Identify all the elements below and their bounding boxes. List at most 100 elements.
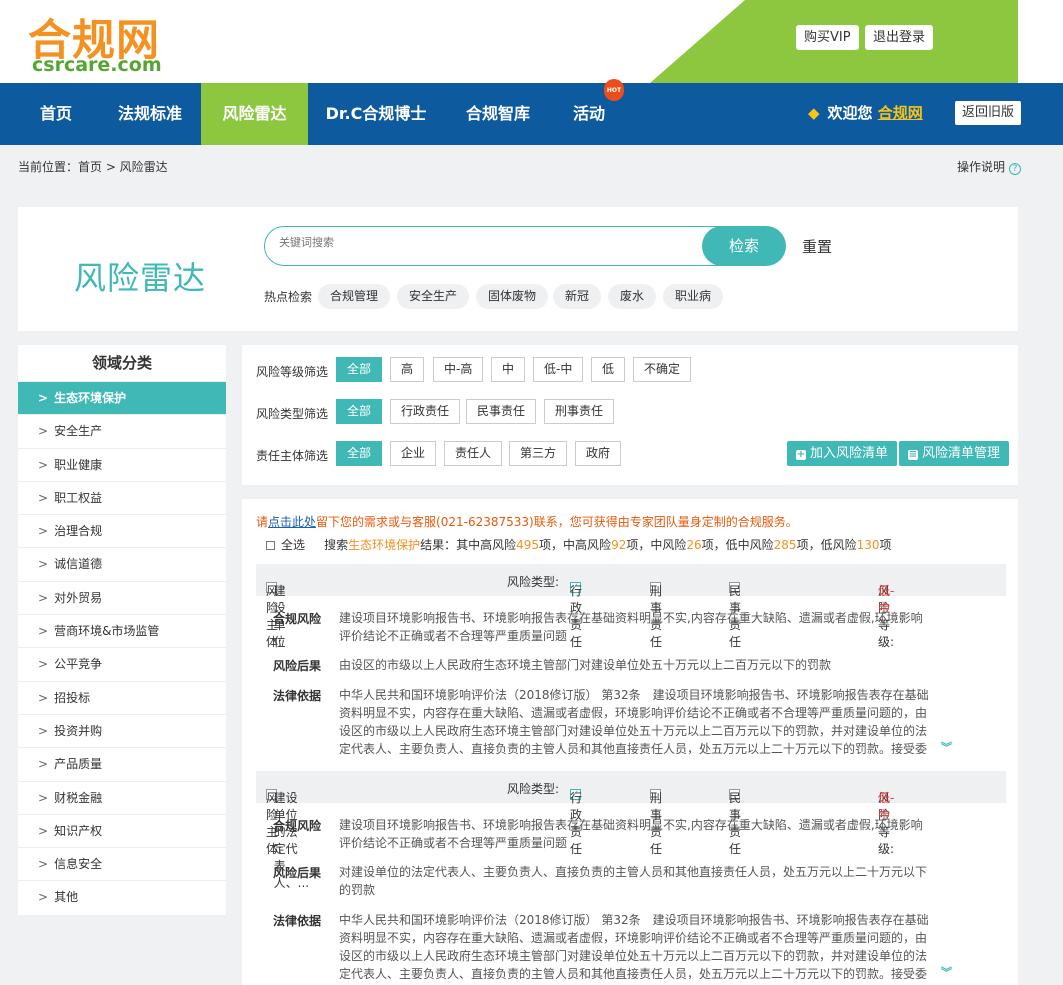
count-mid: 26	[686, 538, 702, 552]
subject-filter-option[interactable]: 第三方	[509, 441, 568, 466]
consequence-text: 由设区的市级以上人民政府生态环境主管部门对建设单位处五十万元以上二百万元以下的罚…	[339, 658, 832, 672]
sidebar-item[interactable]: > 信息安全	[18, 847, 226, 880]
sidebar-item[interactable]: > 招投标	[18, 680, 226, 714]
sidebar-item[interactable]: > 财税金融	[18, 780, 226, 814]
help-link[interactable]: 操作说明?	[957, 158, 1022, 175]
nav-item-drc[interactable]: Dr.C合规博士	[316, 83, 436, 145]
type-filter-option[interactable]: 行政责任	[390, 399, 461, 424]
sidebar-item[interactable]: > 安全生产	[18, 414, 226, 447]
logout-button[interactable]: 退出登录	[865, 25, 934, 50]
hot-badge: HOT	[604, 79, 624, 101]
results-panel: 请点击此处留下您的需求或与客服(021-62387533)联系，您可获得由专家团…	[242, 499, 1018, 985]
expand-chevron-icon[interactable]: ︾	[941, 739, 952, 755]
user-name-link[interactable]: 合规网	[878, 104, 923, 122]
hot-tag[interactable]: 安全生产	[397, 284, 470, 309]
risk-text: 建设项目环境影响报告书、环境影响报告表存在基础资料明显不实,内容存在重大缺陷、遗…	[339, 611, 923, 643]
basis-label: 法律依据	[273, 689, 322, 703]
sidebar-item-label: 财税金融	[54, 790, 103, 805]
consequence-label: 风险后果	[273, 659, 322, 673]
sidebar-item[interactable]: > 诚信道德	[18, 547, 226, 580]
chevron-right-icon: >	[38, 657, 49, 672]
level-filter-option[interactable]: 全部	[336, 357, 383, 382]
sidebar-item-label: 治理合规	[54, 524, 103, 539]
chevron-right-icon: >	[38, 857, 49, 872]
consequence-text: 对建设单位的法定代表人、主要负责人、直接负责的主管人员和其他直接责任人员，处五万…	[339, 865, 928, 897]
subject-filter-option[interactable]: 责任人	[444, 441, 503, 466]
select-all-checkbox[interactable]	[266, 541, 275, 550]
search-panel: 风险雷达 检索 重置 热点检索 合规管理 安全生产 固体废物 新冠 废水 职业病	[18, 207, 1018, 331]
hot-tag[interactable]: 新冠	[553, 284, 602, 309]
type-label: 风险类型:	[507, 782, 560, 796]
hot-tag[interactable]: 职业病	[663, 284, 724, 309]
level-filter-option[interactable]: 中-高	[433, 357, 484, 382]
level-filter-option[interactable]: 中	[491, 357, 526, 382]
expand-chevron-icon[interactable]: ︾	[941, 964, 952, 980]
search-input[interactable]	[279, 236, 699, 249]
type-label: 风险类型:	[507, 575, 560, 589]
search-box[interactable]	[264, 226, 756, 266]
risk-card-header: 风险主体: 建设单位 风险类型: ✓ 行政责任 刑事责任 民事责任 风险等级: 低-…	[256, 564, 1006, 649]
service-notice: 请点击此处留下您的需求或与客服(021-62387533)联系，您可获得由专家团…	[256, 513, 798, 530]
level-filter-option[interactable]: 不确定	[633, 357, 692, 382]
nav-item-home[interactable]: 首页	[22, 83, 90, 145]
sidebar-item[interactable]: > 公平竞争	[18, 647, 226, 680]
reset-button[interactable]: 重置	[802, 236, 832, 257]
sidebar-item[interactable]: > 营商环境&市场监管	[18, 614, 226, 647]
summary-text: 项，低中风险	[701, 538, 774, 552]
count-high: 495	[516, 538, 540, 552]
hot-tag[interactable]: 合规管理	[318, 284, 391, 309]
basis-text: 中华人民共和国环境影响评价法（2018修订版） 第32条 建设项目环境影响报告书…	[339, 688, 929, 754]
sidebar-item[interactable]: > 治理合规	[18, 514, 226, 547]
nav-item-think-tank[interactable]: 合规智库	[450, 83, 546, 145]
chevron-right-icon: >	[38, 590, 49, 605]
buy-vip-button[interactable]: 购买VIP	[796, 25, 859, 50]
sidebar-item[interactable]: > 职业健康	[18, 447, 226, 481]
sidebar-item-label: 投资并购	[54, 723, 103, 738]
sidebar-item[interactable]: > 投资并购	[18, 713, 226, 747]
notice-link[interactable]: 点击此处	[268, 515, 316, 529]
level-filter-option[interactable]: 低	[591, 357, 626, 382]
nav-item-regulations[interactable]: 法规标准	[100, 83, 200, 145]
chevron-right-icon: >	[38, 391, 49, 405]
level-filter-option[interactable]: 高	[390, 357, 425, 382]
old-version-button[interactable]: 返回旧版	[955, 101, 1022, 125]
subject-filter-option[interactable]: 企业	[390, 441, 437, 466]
sidebar-item-label: 产品质量	[54, 757, 103, 772]
hot-tag[interactable]: 固体废物	[476, 284, 549, 309]
logo-domain[interactable]: csrcare.com	[32, 54, 162, 76]
add-risk-list-button[interactable]: + 加入风险清单	[787, 441, 898, 466]
level-filter-option[interactable]: 低-中	[533, 357, 584, 382]
sidebar-item-label: 公平竞争	[54, 657, 103, 672]
card-subject: 风险主体: 建设单位	[266, 573, 286, 649]
manage-risk-list-button[interactable]: ≡ 风险清单管理	[899, 441, 1010, 466]
notice-prefix: 请	[256, 515, 269, 529]
plus-icon: +	[796, 449, 806, 460]
subject-filter-option[interactable]: 政府	[575, 441, 622, 466]
chevron-right-icon: >	[38, 757, 49, 772]
risk-card-header: 风险主体: 建设单位的法定代表人、... 风险类型: ✓ 行政责任 刑事责任 民事…	[256, 771, 1006, 890]
summary-text: 项	[879, 538, 892, 552]
search-button[interactable]: 检索	[702, 226, 786, 266]
hot-search-label: 热点检索	[264, 290, 313, 304]
type-filter-option[interactable]: 刑事责任	[544, 399, 615, 424]
chevron-right-icon: >	[38, 890, 49, 905]
sidebar-item[interactable]: > 职工权益	[18, 480, 226, 514]
summary-text: 项，中高风险	[539, 538, 612, 552]
welcome-text: ◆ 欢迎您 合规网	[808, 83, 923, 145]
nav-item-risk-radar[interactable]: 风险雷达	[201, 83, 308, 145]
risk-text: 建设项目环境影响报告书、环境影响报告表存在基础资料明显不实,内容存在重大缺陷、遗…	[339, 818, 923, 850]
sidebar-item[interactable]: > 产品质量	[18, 747, 226, 780]
sidebar-item[interactable]: > 对外贸易	[18, 580, 226, 614]
subject-filter-option[interactable]: 全部	[336, 441, 383, 466]
chevron-right-icon: >	[38, 557, 49, 572]
type-filter-option[interactable]: 民事责任	[466, 399, 537, 424]
sidebar-item[interactable]: > 生态环境保护	[18, 381, 226, 415]
type-filter-option[interactable]: 全部	[336, 399, 383, 424]
hot-tag[interactable]: 废水	[608, 284, 657, 309]
chevron-right-icon: >	[38, 723, 49, 738]
add-risk-list-label: 加入风险清单	[810, 446, 889, 461]
sidebar-item-label: 其他	[54, 890, 79, 905]
chevron-right-icon: >	[38, 457, 49, 472]
sidebar-item[interactable]: > 知识产权	[18, 813, 226, 847]
sidebar-item[interactable]: > 其他	[18, 880, 226, 913]
